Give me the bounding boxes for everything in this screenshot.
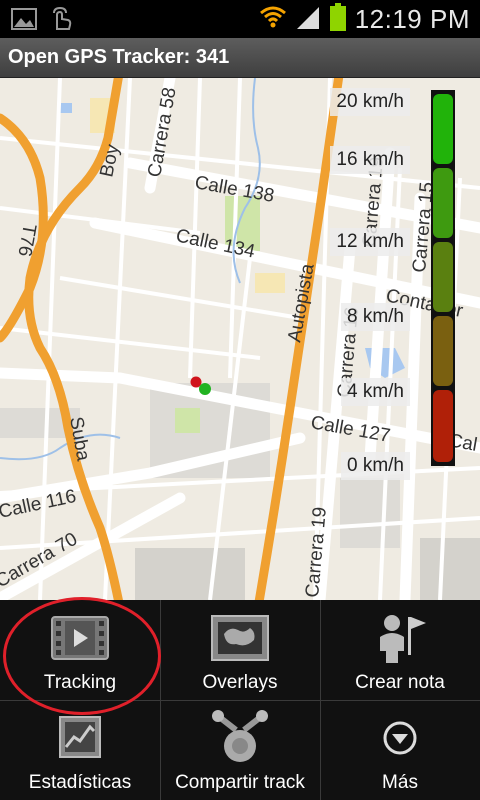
track-start-point bbox=[190, 376, 202, 388]
speed-seg-1 bbox=[433, 168, 453, 238]
menu-label-mas: Más bbox=[382, 772, 418, 793]
gallery-icon bbox=[10, 5, 38, 38]
menu-item-crear-nota[interactable]: Crear nota bbox=[320, 600, 480, 700]
status-bar: 12:19 PM bbox=[0, 0, 480, 38]
menu-item-estadisticas[interactable]: Estadísticas bbox=[0, 700, 160, 800]
menu-item-overlays[interactable]: Overlays bbox=[160, 600, 320, 700]
menu-label-estadisticas: Estadísticas bbox=[28, 772, 132, 793]
speed-seg-3 bbox=[433, 316, 453, 386]
highlight-circle bbox=[3, 597, 161, 715]
map-view[interactable]: Boy Carrera 58 Calle 138 Calle 134 Carre… bbox=[0, 78, 480, 600]
speed-seg-2 bbox=[433, 242, 453, 312]
battery-icon bbox=[329, 2, 347, 37]
more-icon bbox=[380, 710, 420, 766]
chart-icon bbox=[50, 710, 110, 766]
wifi-icon bbox=[259, 3, 287, 36]
map-overlay-icon bbox=[210, 610, 270, 666]
speed-label-0: 0 km/h bbox=[340, 452, 410, 480]
speed-label-12: 12 km/h bbox=[330, 228, 410, 256]
signal-icon bbox=[295, 3, 321, 36]
clock: 12:19 PM bbox=[354, 4, 470, 34]
speed-seg-4 bbox=[433, 390, 453, 462]
title-bar: Open GPS Tracker: 341 bbox=[0, 38, 480, 78]
menu-label-crear-nota: Crear nota bbox=[355, 672, 445, 693]
gesture-icon bbox=[48, 5, 76, 38]
speed-label-20: 20 km/h bbox=[330, 88, 410, 116]
app-title: Open GPS Tracker: 341 bbox=[8, 46, 230, 68]
speed-label-16: 16 km/h bbox=[330, 146, 410, 174]
speed-seg-0 bbox=[433, 94, 453, 164]
speed-label-4: 4 km/h bbox=[340, 378, 410, 406]
person-flag-icon bbox=[370, 610, 430, 666]
menu-item-mas[interactable]: Más bbox=[320, 700, 480, 800]
share-icon bbox=[210, 710, 270, 766]
menu-item-compartir-track[interactable]: Compartir track bbox=[160, 700, 320, 800]
speed-color-bar bbox=[431, 90, 455, 466]
track-end-point bbox=[199, 383, 211, 395]
speed-label-8: 8 km/h bbox=[340, 303, 410, 331]
menu-label-compartir-track: Compartir track bbox=[175, 772, 305, 793]
menu-label-overlays: Overlays bbox=[202, 672, 278, 693]
